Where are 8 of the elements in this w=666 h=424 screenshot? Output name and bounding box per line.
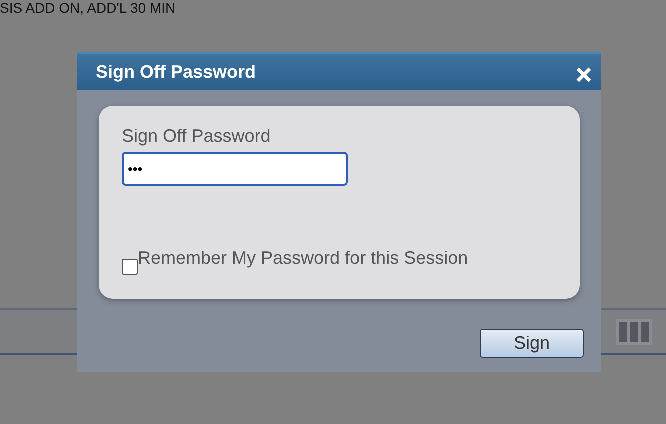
close-icon[interactable]: [576, 67, 592, 83]
remember-checkbox[interactable]: [122, 259, 138, 275]
order-text: SIS ADD ON, ADD'L 30 MIN: [0, 0, 176, 16]
checkbox-label: Remember My Password for this Session: [138, 248, 468, 269]
field-label: Sign Off Password: [122, 126, 272, 147]
password-field[interactable]: •••: [122, 152, 348, 186]
dialog-title: Sign Off Password: [96, 62, 256, 82]
sign-button[interactable]: Sign: [480, 329, 584, 358]
